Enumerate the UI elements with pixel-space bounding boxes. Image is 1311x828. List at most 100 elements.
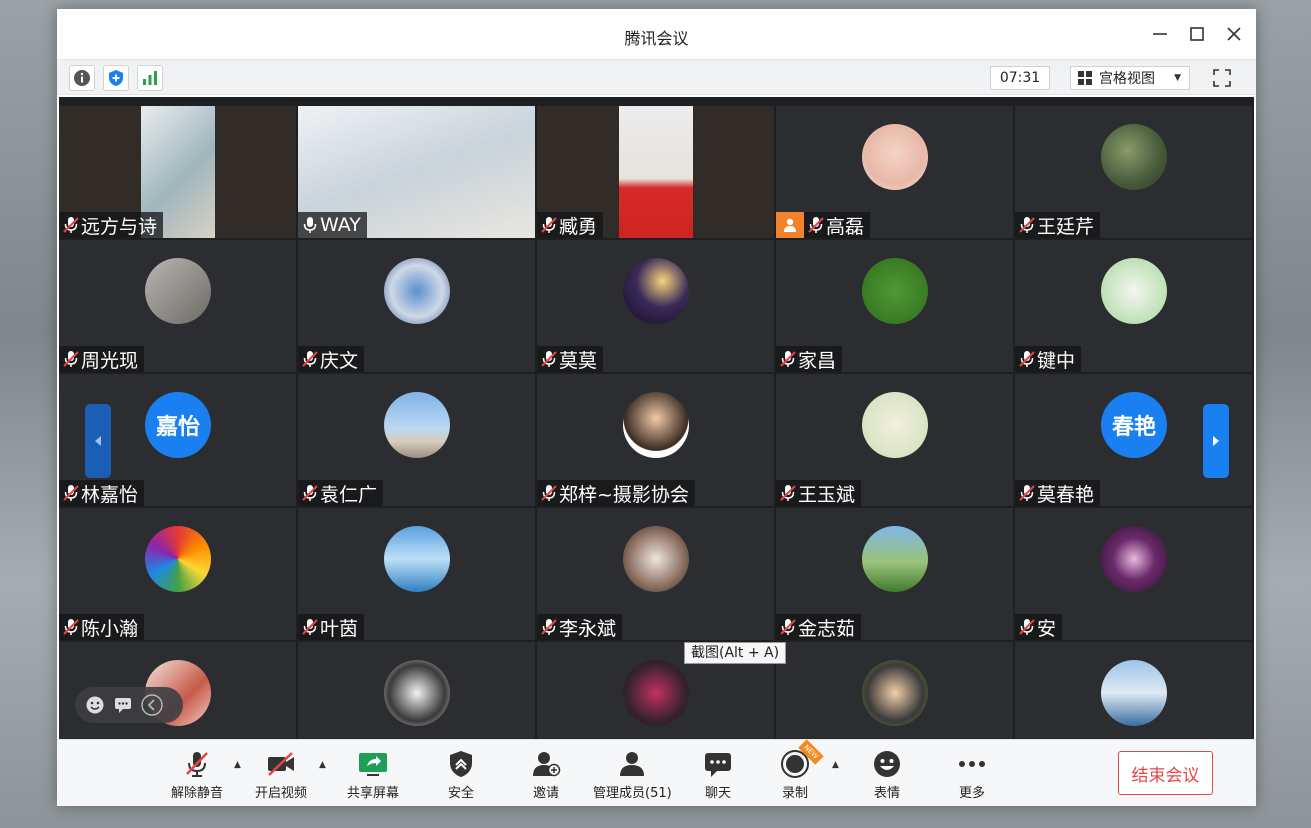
info-button[interactable] <box>69 65 95 91</box>
participant-name: 陈小瀚 <box>81 617 139 640</box>
participant-tile[interactable]: WAY <box>298 106 535 238</box>
participant-nameplate: 袁仁广 <box>298 480 384 506</box>
reactions-button[interactable]: 表情 <box>871 748 903 802</box>
audio-options-caret[interactable]: ▲ <box>234 760 241 770</box>
manage-members-label: 管理成员(51) <box>593 786 672 801</box>
collapse-icon[interactable] <box>141 694 163 716</box>
mic-muted-icon <box>1019 351 1035 367</box>
mic-muted-icon <box>1019 217 1035 233</box>
participant-name: 王廷芹 <box>1037 215 1095 238</box>
mic-muted-icon <box>63 619 79 635</box>
more-icon <box>959 761 985 767</box>
avatar: 春艳 <box>1101 392 1167 458</box>
meeting-timer: 07:31 <box>990 66 1050 90</box>
participant-tile[interactable]: 安 <box>1015 508 1252 640</box>
security-button[interactable]: 安全 <box>445 748 477 802</box>
avatar <box>1101 660 1167 726</box>
avatar: 嘉怡 <box>145 392 211 458</box>
participant-nameplate: 陈小瀚 <box>59 614 145 640</box>
avatar <box>623 660 689 726</box>
participant-name: 键中 <box>1037 349 1076 372</box>
avatar <box>384 526 450 592</box>
participant-tile[interactable]: 莫莫 <box>537 240 774 372</box>
participant-tile[interactable]: 陈小瀚 <box>59 508 296 640</box>
share-screen-button[interactable]: 共享屏幕 <box>347 748 399 802</box>
participant-tile[interactable] <box>298 642 535 739</box>
participant-tile[interactable]: 李永斌 <box>537 508 774 640</box>
chat-bubble-icon[interactable] <box>113 695 133 715</box>
signal-icon <box>143 71 157 85</box>
share-screen-icon <box>359 753 387 776</box>
participant-tile[interactable] <box>776 642 1013 739</box>
avatar <box>1101 258 1167 324</box>
participant-tile[interactable]: 庆文 <box>298 240 535 372</box>
avatar <box>384 392 450 458</box>
security-shield-button[interactable] <box>103 65 129 91</box>
mic-muted-icon <box>780 485 796 501</box>
participant-nameplate: 家昌 <box>776 346 843 372</box>
participant-tile[interactable]: 周光现 <box>59 240 296 372</box>
shield-icon <box>450 751 472 777</box>
record-options-caret[interactable]: ▲ <box>832 760 839 770</box>
participant-nameplate: 林嘉怡 <box>59 480 145 506</box>
participant-nameplate: 金志茹 <box>776 614 862 640</box>
participant-name: 莫莫 <box>559 349 598 372</box>
meeting-toolbar: 07:31 宫格视图 ▼ <box>57 59 1256 95</box>
minimize-icon <box>1153 33 1167 35</box>
previous-page-button[interactable] <box>85 404 111 478</box>
mic-muted-icon <box>541 351 557 367</box>
participant-tile[interactable]: 高磊 <box>776 106 1013 238</box>
chat-button[interactable]: 聊天 <box>702 748 734 802</box>
unmute-button[interactable]: 解除静音 <box>171 748 223 802</box>
security-label: 安全 <box>447 786 474 801</box>
participant-nameplate: 高磊 <box>776 212 871 238</box>
video-options-caret[interactable]: ▲ <box>319 760 326 770</box>
participant-tile[interactable]: 袁仁广 <box>298 374 535 506</box>
camera-off-icon <box>268 752 294 776</box>
participant-name: 远方与诗 <box>81 215 158 238</box>
signal-button[interactable] <box>137 65 163 91</box>
participant-name: 安 <box>1037 617 1057 640</box>
participant-nameplate: 庆文 <box>298 346 365 372</box>
participant-tile[interactable]: 王廷芹 <box>1015 106 1252 238</box>
participant-tile[interactable]: 家昌 <box>776 240 1013 372</box>
manage-members-button[interactable]: 管理成员(51) <box>593 748 672 802</box>
participant-video <box>619 106 693 238</box>
reactions-label: 表情 <box>873 786 900 801</box>
maximize-icon <box>1190 27 1204 41</box>
start-video-button[interactable]: 开启视频 <box>255 748 307 802</box>
minimize-button[interactable] <box>1149 23 1171 45</box>
close-button[interactable] <box>1223 23 1245 45</box>
avatar <box>623 526 689 592</box>
more-button[interactable]: 更多 <box>956 748 988 802</box>
invite-button[interactable]: 邀请 <box>530 748 562 802</box>
participant-name: 家昌 <box>798 349 837 372</box>
fullscreen-button[interactable] <box>1209 65 1235 91</box>
mic-muted-icon <box>63 351 79 367</box>
next-page-button[interactable] <box>1203 404 1229 478</box>
participant-name: 李永斌 <box>559 617 617 640</box>
emoji-icon[interactable] <box>85 695 105 715</box>
participant-tile[interactable]: 郑梓~摄影协会 <box>537 374 774 506</box>
info-icon <box>74 70 90 86</box>
participant-tile[interactable]: 王玉斌 <box>776 374 1013 506</box>
avatar <box>145 258 211 324</box>
participant-tile[interactable] <box>1015 642 1252 739</box>
end-meeting-button[interactable]: 结束会议 <box>1118 751 1213 795</box>
maximize-button[interactable] <box>1186 23 1208 45</box>
participant-tile[interactable]: 键中 <box>1015 240 1252 372</box>
participant-tile[interactable]: 远方与诗 <box>59 106 296 238</box>
title-bar: 腾讯会议 <box>57 9 1256 59</box>
participant-tile[interactable]: 臧勇 <box>537 106 774 238</box>
window-title: 腾讯会议 <box>624 29 689 48</box>
view-mode-dropdown[interactable]: 宫格视图 ▼ <box>1070 66 1190 90</box>
participant-name: WAY <box>320 214 361 236</box>
participant-tile[interactable]: 叶茵 <box>298 508 535 640</box>
mic-muted-icon <box>63 217 79 233</box>
record-button[interactable]: 录制 NEW <box>779 739 824 802</box>
participant-nameplate: 莫莫 <box>537 346 604 372</box>
participant-nameplate: 叶茵 <box>298 614 365 640</box>
participant-grid: 安 金志茹 李永斌 叶茵 陈小瀚 春艳 莫春艳 王玉斌 郑梓~摄影协会 袁仁广 嘉怡 林嘉怡 键中 家昌 莫… <box>59 97 1254 739</box>
participant-tile[interactable]: 金志茹 <box>776 508 1013 640</box>
view-mode-label: 宫格视图 <box>1099 71 1155 87</box>
